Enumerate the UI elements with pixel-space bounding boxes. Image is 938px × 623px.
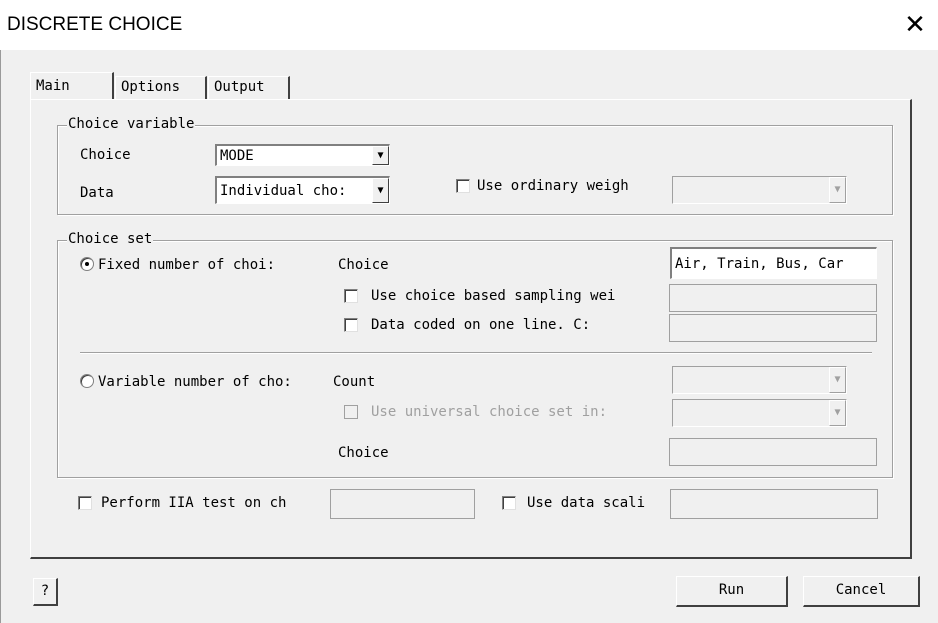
- choice-sampling-field[interactable]: [669, 284, 877, 312]
- tab-options-label: Options: [121, 79, 181, 95]
- choice-set-choice-label: Choice: [338, 257, 389, 273]
- tab-output-label: Output: [214, 79, 265, 95]
- chevron-down-icon[interactable]: ▼: [372, 146, 389, 165]
- help-button[interactable]: ?: [33, 578, 58, 606]
- one-line-field[interactable]: [669, 314, 877, 342]
- choice-set-choice2-label: Choice: [338, 445, 389, 461]
- variable-number-label: Variable number of cho:: [98, 374, 292, 390]
- tab-options[interactable]: Options: [115, 76, 207, 100]
- choice-set-separator: [80, 352, 872, 354]
- tab-main-label: Main: [36, 78, 70, 94]
- chevron-down-icon[interactable]: ▼: [372, 178, 389, 203]
- choice-set-choice2-field[interactable]: [669, 438, 877, 466]
- universal-choice-dropdown[interactable]: ▼: [672, 399, 847, 427]
- window-border: [0, 50, 1, 623]
- ordinary-weight-checkbox[interactable]: [456, 179, 470, 193]
- choice-sampling-checkbox[interactable]: [344, 289, 358, 303]
- universal-choice-checkbox[interactable]: [344, 405, 358, 419]
- one-line-label: Data coded on one line. C:: [371, 317, 591, 333]
- close-icon[interactable]: ✕: [900, 12, 930, 42]
- choice-dropdown[interactable]: MODE ▼: [215, 144, 390, 166]
- data-label: Data: [80, 185, 114, 201]
- data-scaling-checkbox[interactable]: [502, 496, 516, 510]
- window-title: DISCRETE CHOICE: [7, 14, 183, 35]
- run-button[interactable]: Run: [676, 576, 788, 607]
- choice-label: Choice: [80, 147, 131, 163]
- universal-choice-label: Use universal choice set in:: [371, 404, 608, 420]
- ordinary-weight-label: Use ordinary weigh: [477, 178, 629, 194]
- choice-set-choice-field[interactable]: Air, Train, Bus, Car: [670, 247, 877, 279]
- tab-main[interactable]: Main: [30, 72, 114, 100]
- chevron-down-icon[interactable]: ▼: [829, 177, 846, 203]
- data-dropdown[interactable]: Individual cho: ▼: [215, 176, 390, 204]
- data-scaling-field[interactable]: [670, 489, 878, 519]
- count-dropdown[interactable]: ▼: [672, 366, 847, 394]
- ordinary-weight-dropdown[interactable]: ▼: [672, 176, 847, 204]
- choice-sampling-label: Use choice based sampling wei: [371, 288, 616, 304]
- radio-dot: [85, 262, 89, 266]
- iia-test-field[interactable]: [330, 489, 475, 519]
- data-scaling-label: Use data scali: [527, 495, 646, 511]
- iia-test-checkbox[interactable]: [78, 496, 92, 510]
- cancel-button[interactable]: Cancel: [803, 576, 920, 607]
- count-label: Count: [333, 374, 376, 390]
- chevron-down-icon[interactable]: ▼: [829, 367, 846, 393]
- fixed-number-radio[interactable]: [80, 257, 94, 271]
- variable-number-radio[interactable]: [80, 374, 94, 388]
- tab-output[interactable]: Output: [208, 76, 290, 100]
- choice-variable-group-label: Choice variable: [67, 116, 196, 132]
- choice-set-choice-value: Air, Train, Bus, Car: [675, 256, 844, 272]
- choice-set-group-label: Choice set: [67, 231, 154, 247]
- data-dropdown-value: Individual cho:: [220, 183, 347, 199]
- fixed-number-label: Fixed number of choi:: [98, 257, 276, 273]
- iia-test-label: Perform IIA test on ch: [101, 495, 287, 511]
- choice-dropdown-value: MODE: [220, 148, 254, 164]
- one-line-checkbox[interactable]: [344, 318, 358, 332]
- chevron-down-icon[interactable]: ▼: [829, 400, 846, 426]
